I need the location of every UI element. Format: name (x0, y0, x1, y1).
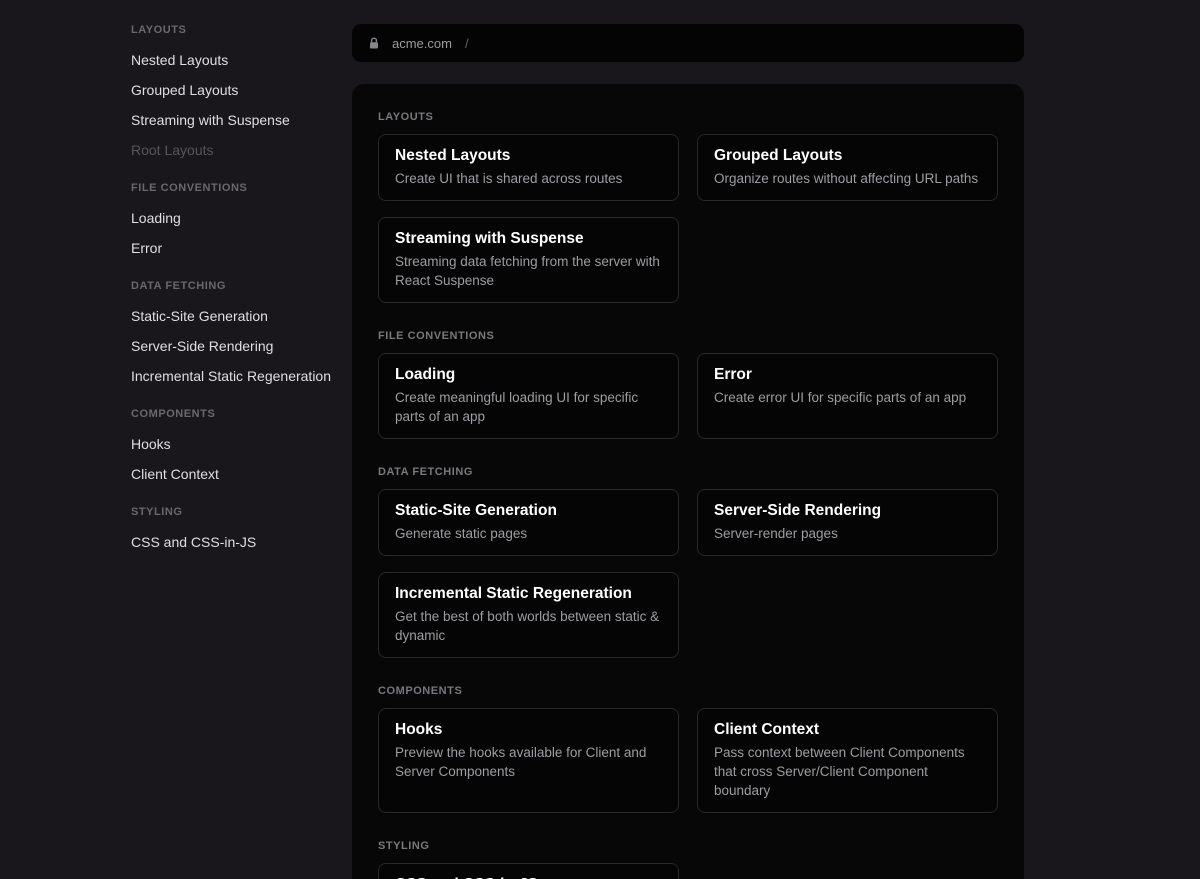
sidebar-item-streaming-with-suspense[interactable]: Streaming with Suspense (131, 105, 352, 135)
sidebar-item-incremental-static-regeneration[interactable]: Incremental Static Regeneration (131, 361, 352, 391)
main-section-styling: STYLING CSS and CSS-in-JS Preview the su… (378, 840, 998, 879)
card-grid: CSS and CSS-in-JS Preview the supported … (378, 863, 998, 879)
card-title: Server-Side Rendering (714, 500, 981, 521)
sidebar-section-label: DATA FETCHING (131, 279, 352, 293)
card-title: Loading (395, 364, 662, 385)
card-title: Incremental Static Regeneration (395, 583, 662, 604)
card-description: Pass context between Client Components t… (714, 743, 981, 800)
card-hooks[interactable]: Hooks Preview the hooks available for Cl… (378, 708, 679, 813)
card-title: Static-Site Generation (395, 500, 662, 521)
card-title: Hooks (395, 719, 662, 740)
card-grid: Hooks Preview the hooks available for Cl… (378, 708, 998, 813)
card-incremental-static-regeneration[interactable]: Incremental Static Regeneration Get the … (378, 572, 679, 658)
app-window: LAYOUTS Nested Layouts Grouped Layouts S… (0, 0, 1200, 879)
sidebar-section-file-conventions: FILE CONVENTIONS Loading Error (131, 181, 352, 263)
sidebar-item-root-layouts: Root Layouts (131, 135, 352, 165)
sidebar-item-css-and-css-in-js[interactable]: CSS and CSS-in-JS (131, 527, 352, 557)
card-description: Generate static pages (395, 524, 662, 543)
main-content: acme.com / LAYOUTS Nested Layouts Create… (352, 0, 1024, 879)
card-title: Grouped Layouts (714, 145, 981, 166)
main-section-layouts: LAYOUTS Nested Layouts Create UI that is… (378, 111, 998, 303)
card-grid: Nested Layouts Create UI that is shared … (378, 134, 998, 303)
card-nested-layouts[interactable]: Nested Layouts Create UI that is shared … (378, 134, 679, 201)
section-label: DATA FETCHING (378, 466, 998, 479)
card-description: Organize routes without affecting URL pa… (714, 169, 981, 188)
content-panel: LAYOUTS Nested Layouts Create UI that is… (352, 84, 1024, 879)
sidebar-item-nested-layouts[interactable]: Nested Layouts (131, 45, 352, 75)
section-label: COMPONENTS (378, 685, 998, 698)
sidebar-section-data-fetching: DATA FETCHING Static-Site Generation Ser… (131, 279, 352, 391)
card-title: Streaming with Suspense (395, 228, 662, 249)
card-grid: Loading Create meaningful loading UI for… (378, 353, 998, 439)
lock-icon (368, 37, 380, 50)
address-bar: acme.com / (352, 24, 1024, 62)
card-description: Server-render pages (714, 524, 981, 543)
main-section-components: COMPONENTS Hooks Preview the hooks avail… (378, 685, 998, 813)
sidebar-item-loading[interactable]: Loading (131, 203, 352, 233)
sidebar-item-error[interactable]: Error (131, 233, 352, 263)
card-description: Create error UI for specific parts of an… (714, 388, 981, 407)
section-label: LAYOUTS (378, 111, 998, 124)
card-title: Client Context (714, 719, 981, 740)
card-description: Create meaningful loading UI for specifi… (395, 388, 662, 426)
card-description: Get the best of both worlds between stat… (395, 607, 662, 645)
card-streaming-with-suspense[interactable]: Streaming with Suspense Streaming data f… (378, 217, 679, 303)
card-title: Error (714, 364, 981, 385)
card-description: Streaming data fetching from the server … (395, 252, 662, 290)
sidebar-item-server-side-rendering[interactable]: Server-Side Rendering (131, 331, 352, 361)
card-loading[interactable]: Loading Create meaningful loading UI for… (378, 353, 679, 439)
card-css-and-css-in-js[interactable]: CSS and CSS-in-JS Preview the supported … (378, 863, 679, 879)
sidebar-section-styling: STYLING CSS and CSS-in-JS (131, 505, 352, 557)
sidebar-section-label: FILE CONVENTIONS (131, 181, 352, 195)
sidebar-item-hooks[interactable]: Hooks (131, 429, 352, 459)
card-description: Create UI that is shared across routes (395, 169, 662, 188)
sidebar-section-components: COMPONENTS Hooks Client Context (131, 407, 352, 489)
sidebar-item-client-context[interactable]: Client Context (131, 459, 352, 489)
sidebar-section-layouts: LAYOUTS Nested Layouts Grouped Layouts S… (131, 23, 352, 165)
card-description: Preview the hooks available for Client a… (395, 743, 662, 781)
main-section-file-conventions: FILE CONVENTIONS Loading Create meaningf… (378, 330, 998, 439)
card-grouped-layouts[interactable]: Grouped Layouts Organize routes without … (697, 134, 998, 201)
card-client-context[interactable]: Client Context Pass context between Clie… (697, 708, 998, 813)
main-section-data-fetching: DATA FETCHING Static-Site Generation Gen… (378, 466, 998, 658)
sidebar-section-label: STYLING (131, 505, 352, 519)
sidebar-section-label: LAYOUTS (131, 23, 352, 37)
sidebar-item-static-site-generation[interactable]: Static-Site Generation (131, 301, 352, 331)
section-label: STYLING (378, 840, 998, 853)
card-title: Nested Layouts (395, 145, 662, 166)
address-domain: acme.com (392, 36, 452, 51)
card-static-site-generation[interactable]: Static-Site Generation Generate static p… (378, 489, 679, 556)
address-path: / (465, 36, 469, 51)
card-server-side-rendering[interactable]: Server-Side Rendering Server-render page… (697, 489, 998, 556)
section-label: FILE CONVENTIONS (378, 330, 998, 343)
sidebar-section-label: COMPONENTS (131, 407, 352, 421)
card-title: CSS and CSS-in-JS (395, 874, 662, 879)
card-error[interactable]: Error Create error UI for specific parts… (697, 353, 998, 439)
sidebar-item-grouped-layouts[interactable]: Grouped Layouts (131, 75, 352, 105)
sidebar: LAYOUTS Nested Layouts Grouped Layouts S… (0, 0, 352, 879)
card-grid: Static-Site Generation Generate static p… (378, 489, 998, 658)
